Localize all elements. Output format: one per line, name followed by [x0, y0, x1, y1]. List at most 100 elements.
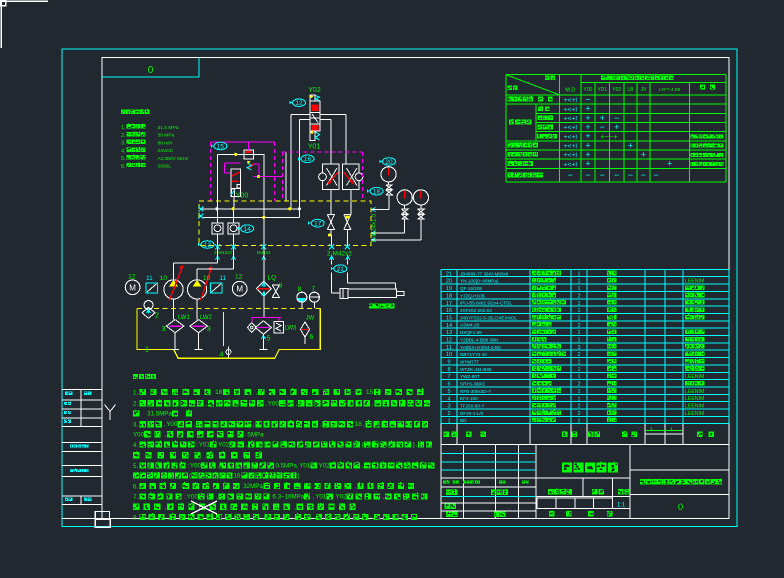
svg-text:8.: 8.	[133, 514, 138, 521]
svg-text:SRY6-380/2: SRY6-380/2	[460, 381, 485, 386]
svg-text:1: 1	[578, 330, 581, 336]
svg-text:YA8EX+H3/94-2-B0: YA8EX+H3/94-2-B0	[460, 345, 501, 350]
svg-text:RFB-308x3D-Y: RFB-308x3D-Y	[460, 389, 491, 394]
svg-text:LW3: LW3	[285, 326, 298, 332]
svg-text:0.5MPa: 0.5MPa	[275, 463, 297, 470]
svg-text:NBY1Y74-10: NBY1Y74-10	[460, 352, 487, 357]
svg-text:1: 1	[578, 301, 581, 307]
svg-text:+: +	[628, 140, 633, 150]
svg-text:20: 20	[446, 279, 452, 285]
svg-text:5: 5	[267, 336, 271, 343]
svg-text:LB: LB	[627, 87, 634, 93]
svg-text:0: 0	[678, 502, 683, 513]
svg-text:5.: 5.	[121, 156, 126, 162]
svg-text:Y00: Y00	[187, 494, 199, 501]
svg-text:Y00: Y00	[268, 400, 280, 407]
svg-text:,: ,	[167, 514, 169, 521]
svg-text:5-M14x1.5: 5-M14x1.5	[372, 213, 378, 242]
svg-text:2000L: 2000L	[158, 164, 172, 170]
svg-text:,: ,	[295, 400, 297, 407]
svg-text:19: 19	[446, 286, 452, 292]
svg-text:1: 1	[578, 396, 581, 402]
svg-text:Y02: Y02	[335, 494, 347, 501]
svg-text:Y01: Y01	[315, 494, 327, 501]
svg-text:14: 14	[446, 323, 452, 329]
svg-text:,: ,	[261, 483, 263, 490]
svg-text:2: 2	[578, 411, 581, 417]
svg-text:10: 10	[160, 275, 168, 282]
svg-text:3: 3	[447, 404, 450, 410]
svg-text:7.: 7.	[133, 494, 138, 501]
svg-text:,: ,	[216, 494, 218, 501]
svg-text:1.: 1.	[121, 125, 126, 131]
svg-text:1: 1	[578, 308, 581, 314]
svg-text:LW2: LW2	[200, 315, 213, 321]
svg-text:1: 1	[578, 360, 581, 366]
svg-text:4: 4	[220, 352, 224, 359]
svg-text:Y01: Y01	[308, 144, 321, 151]
svg-text:LEENIM: LEENIM	[685, 279, 704, 285]
svg-text:17: 17	[446, 301, 452, 307]
svg-text:): )	[298, 473, 300, 480]
svg-text:1: 1	[578, 374, 581, 380]
svg-text:,: ,	[372, 400, 374, 407]
svg-text:Y00: Y00	[584, 87, 593, 93]
svg-text:6.3~16MPa: 6.3~16MPa	[272, 494, 304, 501]
svg-text:−: −	[641, 170, 646, 180]
svg-text:+: +	[614, 122, 619, 132]
svg-text:LEENIM: LEENIM	[685, 396, 704, 402]
svg-text:12: 12	[295, 100, 303, 107]
svg-text::: :	[180, 483, 182, 490]
svg-text:0: 0	[148, 65, 154, 76]
svg-text:10: 10	[446, 352, 452, 358]
svg-text:34BYF502-5-35L/24EXNOL: 34BYF502-5-35L/24EXNOL	[460, 315, 517, 320]
svg-text:8: 8	[447, 367, 450, 373]
svg-text:+<+Ι: +<+Ι	[563, 161, 577, 168]
svg-text:1: 1	[578, 315, 581, 321]
svg-text:1:1: 1:1	[617, 503, 626, 509]
svg-text:TF250-80-Y: TF250-80-Y	[460, 404, 485, 409]
svg-text:+<+Ι: +<+Ι	[563, 115, 577, 122]
svg-text:,: ,	[363, 421, 365, 428]
svg-text:Y02: Y02	[612, 87, 621, 93]
svg-text:16: 16	[234, 473, 241, 480]
svg-text:2: 2	[578, 382, 581, 388]
svg-text:31.5MPa: 31.5MPa	[147, 411, 172, 418]
svg-text:20: 20	[385, 159, 393, 166]
svg-text:,: ,	[255, 389, 257, 396]
svg-text:NXQF1.59: NXQF1.59	[460, 330, 482, 335]
svg-text:18: 18	[446, 293, 452, 299]
svg-text:,: ,	[217, 463, 219, 470]
svg-text:13: 13	[446, 330, 452, 336]
svg-text:3.: 3.	[121, 141, 126, 147]
svg-text:30 MPa: 30 MPa	[158, 133, 175, 139]
svg-text:1: 1	[578, 338, 581, 344]
svg-text:6.: 6.	[133, 483, 138, 490]
svg-text:+<+Ι: +<+Ι	[563, 125, 577, 132]
svg-text:Y01: Y01	[199, 442, 211, 449]
svg-text:1: 1	[578, 418, 581, 424]
svg-text:Y00: Y00	[190, 463, 202, 470]
svg-text:Y02: Y02	[318, 463, 330, 470]
svg-text:,: ,	[194, 421, 196, 428]
svg-text:EF4-100: EF4-100	[460, 396, 478, 401]
svg-text:4: 4	[447, 396, 450, 402]
svg-text:80 ml/r: 80 ml/r	[158, 140, 173, 146]
svg-text:WYM77T: WYM77T	[460, 359, 479, 364]
svg-text:3: 3	[578, 345, 581, 351]
svg-text:3: 3	[162, 326, 166, 333]
svg-text:17: 17	[314, 221, 322, 228]
svg-text:,: ,	[415, 442, 417, 449]
svg-text:24VDC: 24VDC	[158, 148, 174, 154]
svg-text:+: +	[585, 159, 590, 169]
svg-text:Y00: Y00	[236, 193, 249, 200]
svg-text:WTZK-411-B08: WTZK-411-B08	[460, 367, 492, 372]
svg-text:12: 12	[446, 338, 452, 344]
svg-text:,: ,	[205, 400, 207, 407]
svg-text:3.: 3.	[133, 422, 138, 429]
svg-text:16: 16	[304, 156, 312, 163]
svg-text:YWZ-80T: YWZ-80T	[460, 374, 480, 379]
svg-text:12: 12	[128, 274, 136, 281]
svg-text:1: 1	[578, 286, 581, 292]
svg-text:6.: 6.	[121, 164, 126, 170]
